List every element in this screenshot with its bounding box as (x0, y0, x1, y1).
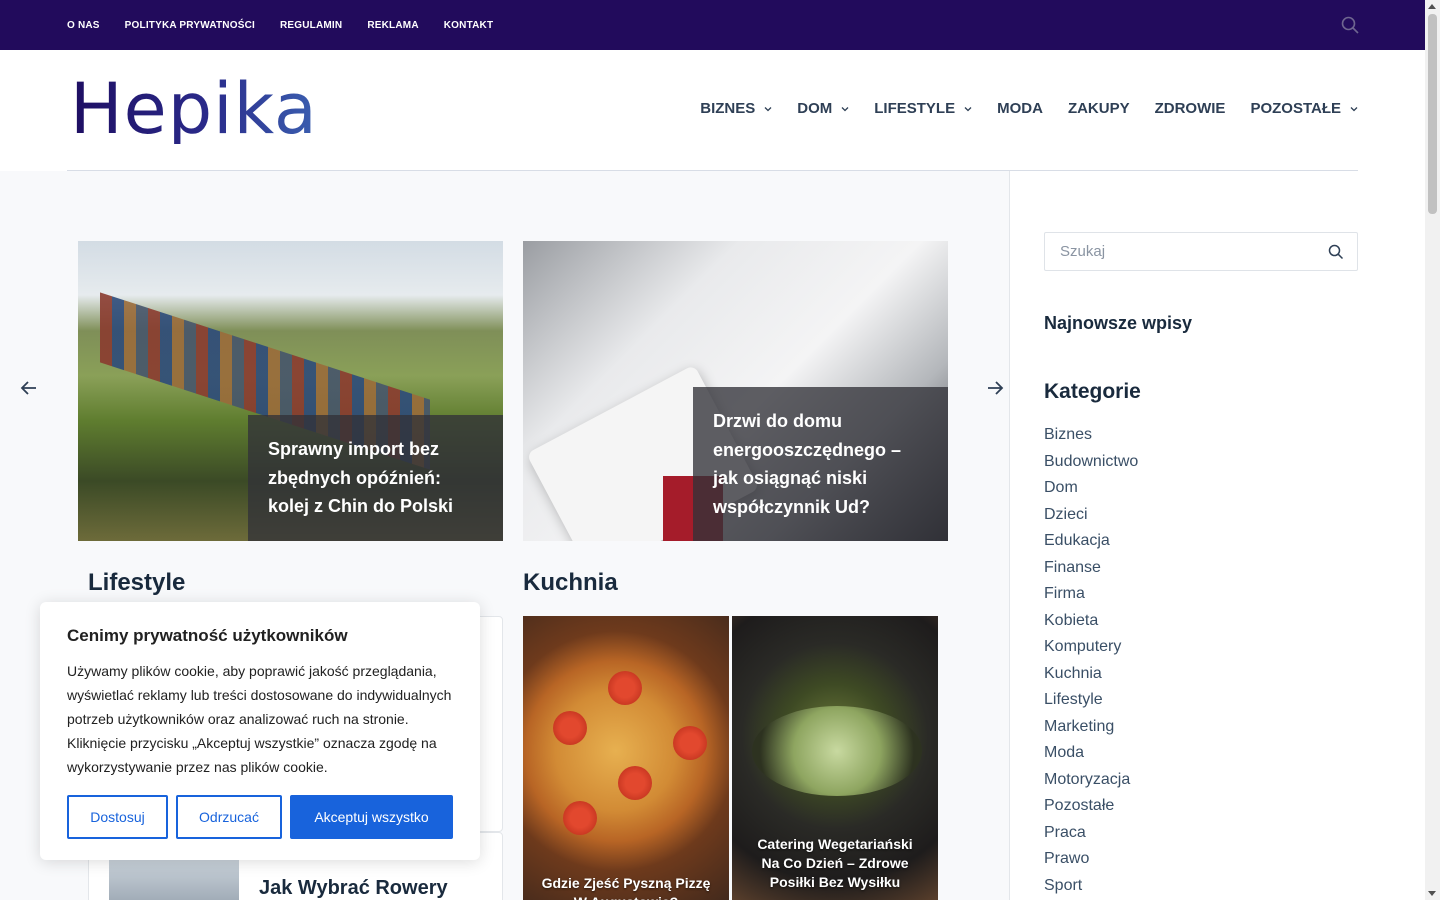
top-menu-reklama[interactable]: REKLAMA (367, 20, 418, 31)
scroll-down-arrow-icon[interactable] (1428, 891, 1436, 896)
slide-title[interactable]: Sprawny import bez zbędnych opóźnień: ko… (248, 415, 503, 541)
top-menu-o-nas[interactable]: O NAS (67, 20, 100, 31)
nav-item-lifestyle[interactable]: LIFESTYLE (874, 100, 972, 117)
kuchnia-post-pizza[interactable]: Gdzie Zjeść Pyszną Pizzę W Augustowie? (523, 616, 729, 900)
nav-label: ZDROWIE (1154, 100, 1226, 117)
food-image-detail (563, 801, 597, 835)
category-item[interactable]: Firma (1044, 581, 1138, 608)
page-scrollbar[interactable] (1425, 0, 1440, 900)
cookie-text: Używamy plików cookie, aby poprawić jako… (67, 663, 452, 775)
food-image-detail (752, 706, 922, 796)
food-image-detail (608, 671, 642, 705)
nav-item-dom[interactable]: DOM (797, 100, 849, 117)
cookie-title: Cenimy prywatność użytkowników (67, 626, 348, 645)
cookie-customize-button[interactable]: Dostosuj (67, 795, 168, 839)
category-item[interactable]: Kuchnia (1044, 661, 1138, 688)
category-item[interactable]: Budownictwo (1044, 449, 1138, 476)
nav-label: MODA (997, 100, 1043, 117)
post-title[interactable]: Gdzie Zjeść Pyszną Pizzę W Augustowie? (523, 874, 729, 900)
site-logo[interactable]: Hepika (70, 74, 318, 144)
nav-item-moda[interactable]: MODA (997, 100, 1043, 117)
cookie-consent-banner: Cenimy prywatność użytkowników Używamy p… (40, 602, 480, 860)
slider-next-arrow-icon[interactable] (985, 378, 1005, 398)
post-title[interactable]: Jak Wybrać Rowery (259, 877, 448, 900)
category-item[interactable]: Motoryzacja (1044, 767, 1138, 794)
chevron-down-icon (764, 106, 772, 111)
search-icon[interactable] (1328, 244, 1344, 260)
category-item[interactable]: Komputery (1044, 634, 1138, 661)
search-icon[interactable] (1341, 16, 1359, 34)
latest-posts-title: Najnowsze wpisy (1044, 313, 1193, 333)
category-item[interactable]: Dom (1044, 475, 1138, 502)
cookie-reject-button[interactable]: Odrzucać (176, 795, 282, 839)
main-nav: BIZNES DOM LIFESTYLE MODA ZAKUPY ZDROWIE… (675, 100, 1358, 117)
slide-title[interactable]: Drzwi do domu energooszczędnego – jak os… (693, 387, 948, 541)
nav-item-pozostale[interactable]: POZOSTAŁE (1250, 100, 1358, 117)
scroll-up-arrow-icon[interactable] (1428, 4, 1436, 9)
nav-label: DOM (797, 100, 833, 117)
post-thumbnail[interactable] (109, 860, 239, 900)
top-menu: O NAS POLITYKA PRYWATNOŚCI REGULAMIN REK… (67, 0, 518, 50)
nav-item-zdrowie[interactable]: ZDROWIE (1155, 100, 1226, 117)
top-menu-kontakt[interactable]: KONTAKT (444, 20, 494, 31)
slider-prev-arrow-icon[interactable] (19, 378, 39, 398)
nav-label: POZOSTAŁE (1250, 100, 1341, 117)
nav-item-zakupy[interactable]: ZAKUPY (1068, 100, 1130, 117)
category-item[interactable]: Edukacja (1044, 528, 1138, 555)
category-item[interactable]: Marketing (1044, 714, 1138, 741)
category-item[interactable]: Moda (1044, 740, 1138, 767)
nav-label: BIZNES (700, 100, 756, 117)
nav-label: ZAKUPY (1067, 100, 1130, 117)
top-menu-polityka[interactable]: POLITYKA PRYWATNOŚCI (125, 20, 255, 31)
top-menu-regulamin[interactable]: REGULAMIN (280, 20, 342, 31)
section-title-lifestyle[interactable]: Lifestyle (88, 569, 185, 597)
sidebar-search (1044, 232, 1358, 271)
nav-label: LIFESTYLE (874, 100, 956, 117)
section-title-kuchnia[interactable]: Kuchnia (523, 569, 618, 597)
slide-train[interactable]: Sprawny import bez zbędnych opóźnień: ko… (78, 241, 503, 541)
category-item[interactable]: Pozostałe (1044, 793, 1138, 820)
chevron-down-icon (841, 106, 849, 111)
top-bar: O NAS POLITYKA PRYWATNOŚCI REGULAMIN REK… (0, 0, 1425, 50)
post-title[interactable]: Catering Wegetariański Na Co Dzień – Zdr… (732, 835, 938, 892)
kuchnia-post-catering[interactable]: Catering Wegetariański Na Co Dzień – Zdr… (732, 616, 938, 900)
nav-item-biznes[interactable]: BIZNES (700, 100, 772, 117)
scrollbar-thumb[interactable] (1428, 14, 1437, 214)
chevron-down-icon (964, 106, 972, 111)
category-item[interactable]: Lifestyle (1044, 687, 1138, 714)
chevron-down-icon (1350, 106, 1358, 111)
category-item[interactable]: Praca (1044, 820, 1138, 847)
category-item[interactable]: Finanse (1044, 555, 1138, 582)
search-input[interactable] (1045, 233, 1315, 270)
categories-list: Biznes Budownictwo Dom Dzieci Edukacja F… (1044, 422, 1138, 899)
site-header: Hepika BIZNES DOM LIFESTYLE MODA ZAKUPY … (0, 50, 1425, 171)
category-item[interactable]: Biznes (1044, 422, 1138, 449)
categories-title: Kategorie (1044, 380, 1141, 403)
food-image-detail (618, 766, 652, 800)
category-item[interactable]: Kobieta (1044, 608, 1138, 635)
category-item[interactable]: Prawo (1044, 846, 1138, 873)
slide-doors[interactable]: Drzwi do domu energooszczędnego – jak os… (523, 241, 948, 541)
food-image-detail (553, 711, 587, 745)
cookie-accept-all-button[interactable]: Akceptuj wszystko (290, 795, 453, 839)
food-image-detail (673, 726, 707, 760)
category-item[interactable]: Dzieci (1044, 502, 1138, 529)
category-item[interactable]: Sport (1044, 873, 1138, 900)
